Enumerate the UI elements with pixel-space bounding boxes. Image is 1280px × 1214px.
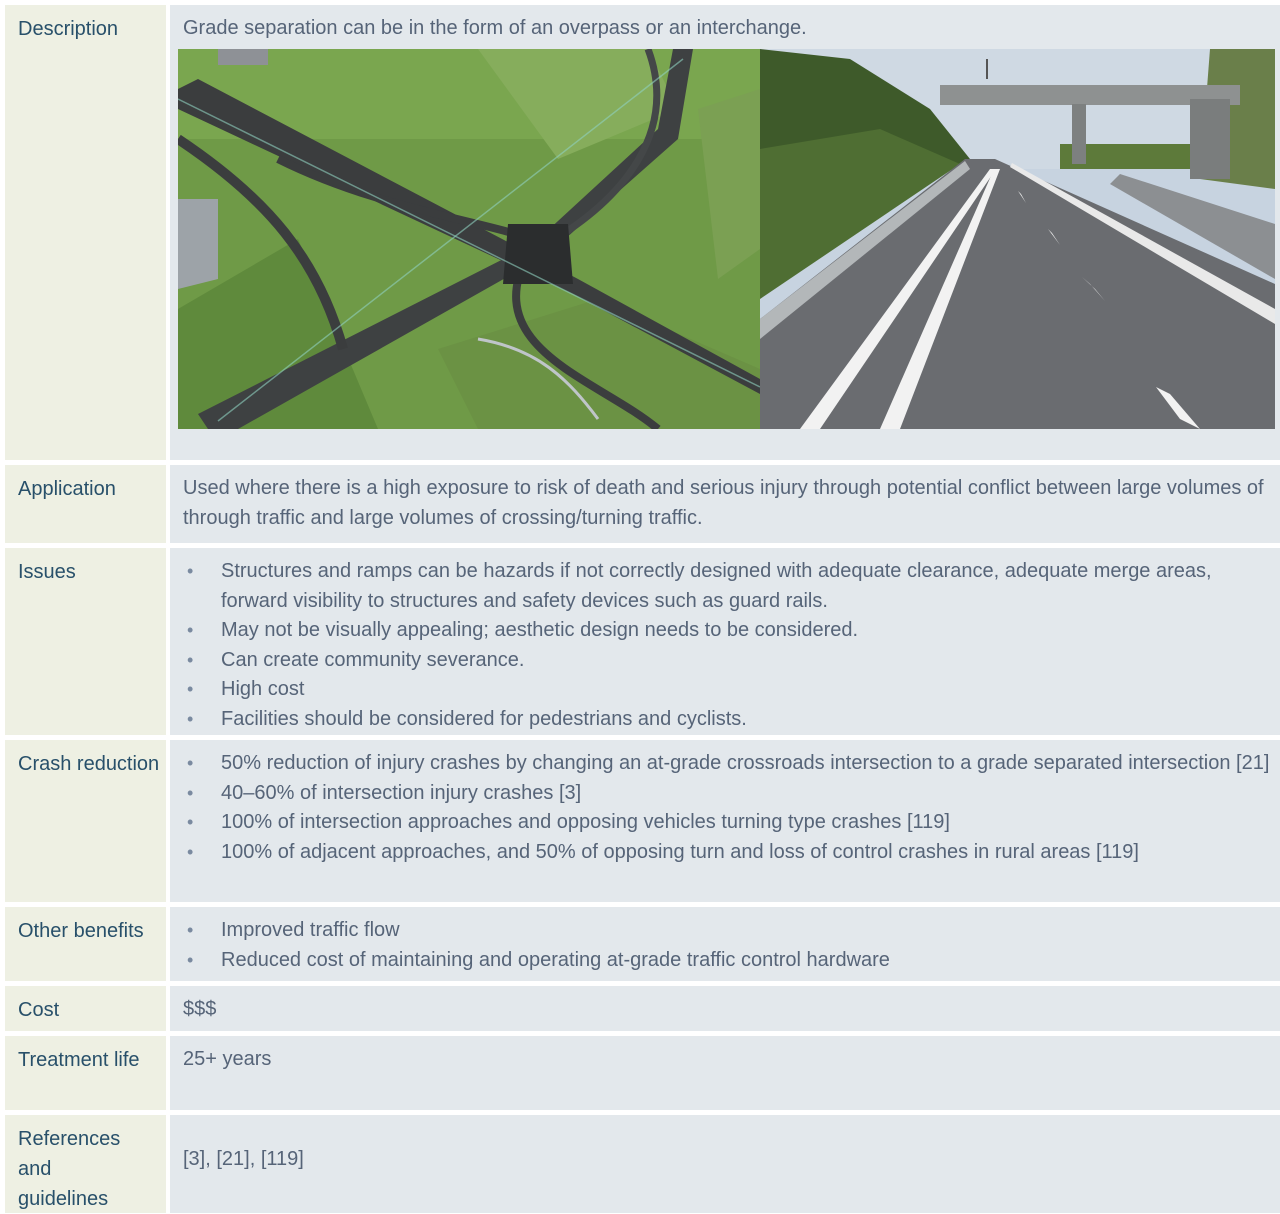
row-crash-reduction: Crash reduction • 50% reduction of injury…	[5, 740, 1280, 902]
row-content-references: [3], [21], [119]	[170, 1115, 1280, 1213]
bullet-icon: •	[187, 708, 194, 729]
row-content-treatment-life: 25+ years	[170, 1036, 1280, 1110]
cost-value: $$$	[183, 998, 217, 1020]
list-item: • 40–60% of intersection injury crashes […	[183, 779, 1270, 809]
row-label-references: References and guidelines	[5, 1115, 166, 1213]
bullet-icon: •	[187, 841, 194, 862]
list-item: • Structures and ramps can be hazards if …	[183, 557, 1270, 616]
list-item: • May not be visually appealing; aestheti…	[183, 616, 1270, 646]
description-images	[178, 49, 1275, 429]
row-label-treatment-life: Treatment life	[5, 1036, 166, 1110]
row-content-cost: $$$	[170, 986, 1280, 1031]
bullet-icon: •	[187, 782, 194, 803]
crash-reduction-list: • 50% reduction of injury crashes by chan…	[183, 749, 1270, 867]
row-references: References and guidelines [3], [21], [11…	[5, 1115, 1280, 1213]
list-item: • High cost	[183, 675, 1270, 705]
row-label-crash-reduction: Crash reduction	[5, 740, 166, 902]
row-content-application: Used where there is a high exposure to r…	[170, 465, 1280, 543]
row-application: Application Used where there is a high e…	[5, 465, 1280, 543]
row-treatment-life: Treatment life 25+ years	[5, 1036, 1280, 1110]
interchange-aerial-image	[178, 49, 760, 429]
list-item: • Can create community severance.	[183, 646, 1270, 676]
bullet-icon: •	[187, 920, 194, 940]
row-content-issues: • Structures and ramps can be hazards if …	[170, 548, 1280, 735]
overbridge-road-image	[760, 49, 1275, 429]
bullet-icon: •	[187, 949, 194, 970]
row-issues: Issues • Structures and ramps can be haza…	[5, 548, 1280, 735]
bullet-icon: •	[187, 812, 194, 832]
treatment-life-value: 25+ years	[183, 1048, 272, 1070]
bullet-icon: •	[187, 679, 194, 699]
issues-list: • Structures and ramps can be hazards if …	[183, 557, 1270, 734]
application-text: Used where there is a high exposure to r…	[183, 477, 1264, 529]
list-item: • Reduced cost of maintaining and operati…	[183, 946, 1270, 976]
row-content-other-benefits: • Improved traffic flow • Reduced cost of …	[170, 907, 1280, 981]
description-text: Grade separation can be in the form of a…	[183, 17, 807, 39]
row-label-application: Application	[5, 465, 166, 543]
bullet-icon: •	[187, 753, 194, 773]
list-item: • 100% of adjacent approaches, and 50% of…	[183, 838, 1270, 868]
bullet-icon: •	[187, 620, 194, 640]
bullet-icon: •	[187, 649, 194, 670]
row-cost: Cost $$$	[5, 986, 1280, 1031]
row-label-issues: Issues	[5, 548, 166, 735]
bullet-icon: •	[187, 561, 194, 581]
list-item: • 100% of intersection approaches and opp…	[183, 808, 1270, 838]
other-benefits-list: • Improved traffic flow • Reduced cost of …	[183, 916, 1270, 975]
row-other-benefits: Other benefits • Improved traffic flow • R…	[5, 907, 1280, 981]
row-label-description: Description	[5, 5, 166, 460]
list-item: • Facilities should be considered for ped…	[183, 705, 1270, 735]
list-item: • Improved traffic flow	[183, 916, 1270, 946]
references-value: [3], [21], [119]	[183, 1148, 304, 1170]
row-label-other-benefits: Other benefits	[5, 907, 166, 981]
list-item: • 50% reduction of injury crashes by chan…	[183, 749, 1270, 779]
row-label-cost: Cost	[5, 986, 166, 1031]
row-content-crash-reduction: • 50% reduction of injury crashes by chan…	[170, 740, 1280, 902]
